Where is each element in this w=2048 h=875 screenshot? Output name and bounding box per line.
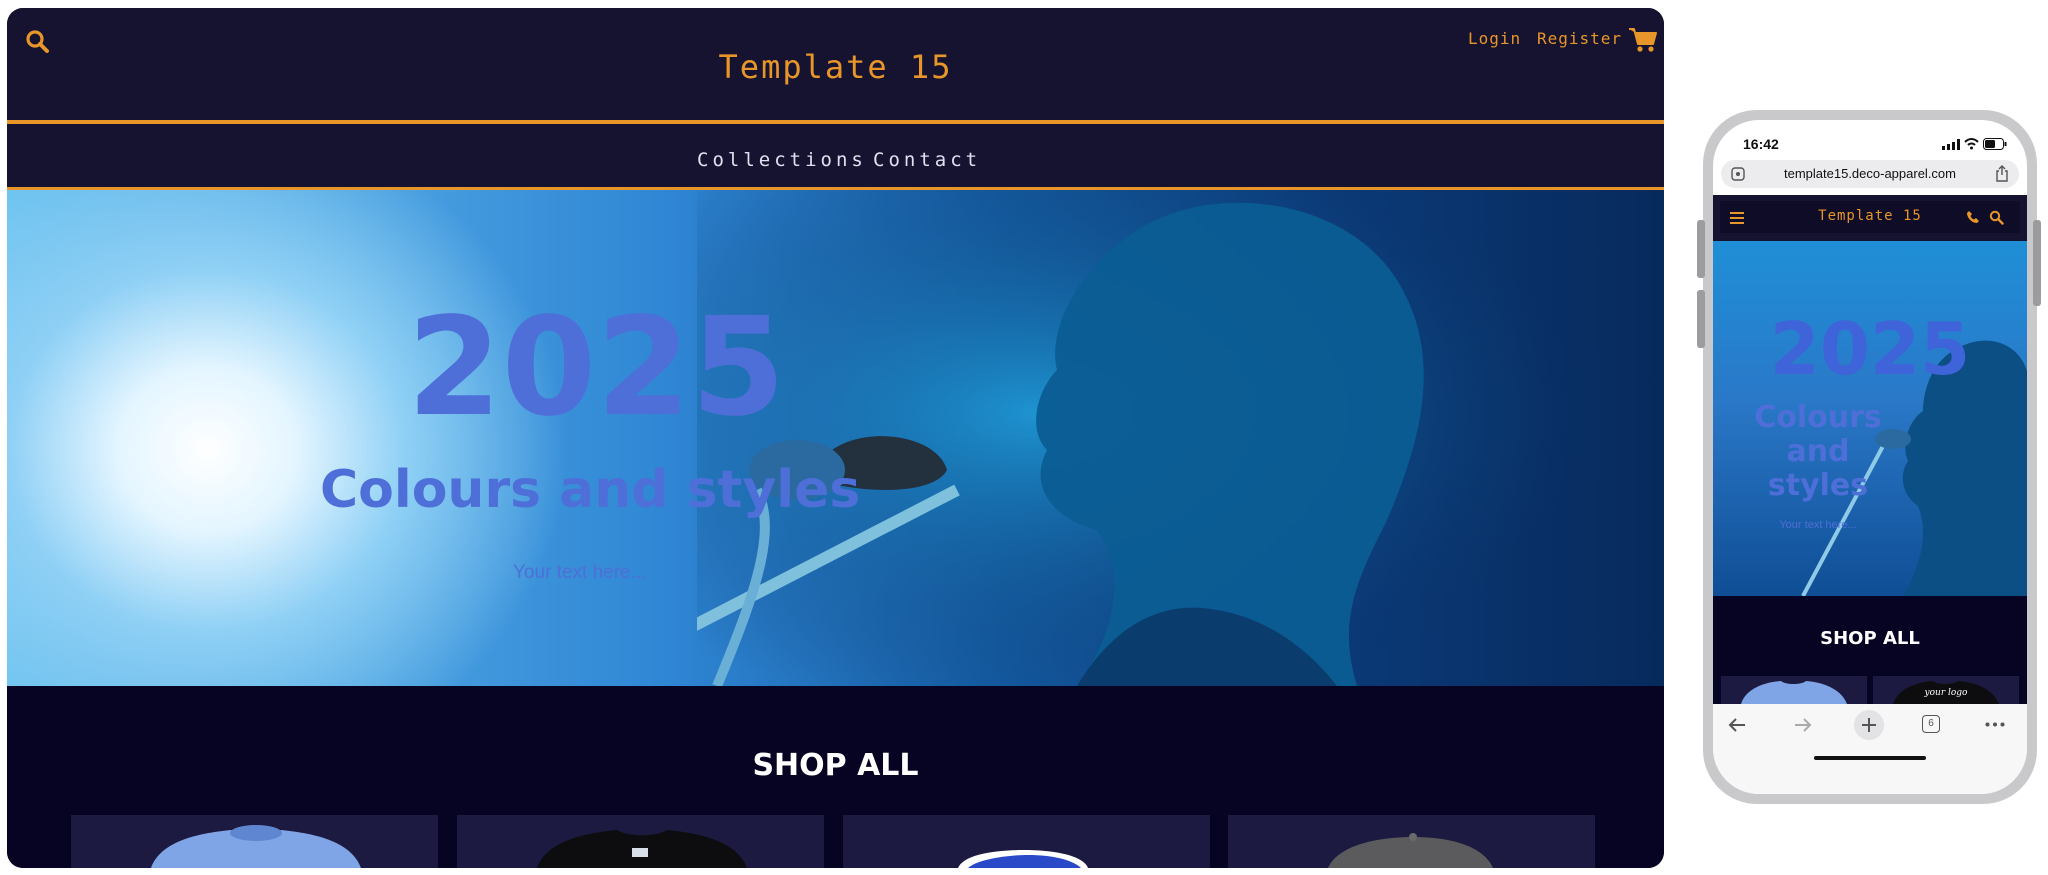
battery-icon — [1983, 138, 2007, 150]
mobile-phone-mockup: 16:42 template15.deco-apparel.com Templa… — [1697, 110, 2041, 804]
subtitle-line: Colours — [1754, 400, 1882, 435]
wifi-icon — [1964, 138, 1979, 150]
desktop-browser-view: Template 15 Login Register Collections C… — [7, 8, 1664, 868]
site-header: Template 15 Login Register — [7, 8, 1664, 121]
url-text: template15.deco-apparel.com — [1784, 166, 1956, 181]
mobile-hero-year: 2025 — [1769, 307, 1971, 391]
blue-sweatshirt-image — [1741, 681, 1847, 704]
hero-banner: 2025 Colours and styles Your text here..… — [7, 190, 1664, 686]
grey-cap-image — [1328, 833, 1493, 868]
blue-sweatshirt-image — [151, 825, 361, 868]
signal-icon — [1942, 139, 1960, 150]
subtitle-line: and — [1786, 434, 1850, 469]
product-card[interactable] — [457, 815, 824, 868]
site-logo[interactable]: Template 15 — [7, 48, 1664, 86]
black-tshirt-image — [537, 830, 747, 868]
plus-icon — [1862, 718, 1876, 732]
home-indicator — [1814, 756, 1926, 760]
volume-down-button — [1697, 290, 1705, 348]
cap-image — [958, 850, 1088, 868]
shop-title: SHOP ALL — [752, 748, 919, 783]
logo-text: your logo — [1924, 688, 1968, 698]
mobile-hero-subtitle: Colours and styles — [1713, 401, 1923, 503]
singer-image — [697, 190, 1664, 686]
login-link[interactable]: Login — [1468, 29, 1521, 48]
nav-contact[interactable]: Contact — [873, 149, 981, 171]
header-divider — [7, 120, 1664, 124]
tabs-icon[interactable]: 6 — [1922, 715, 1940, 733]
cart-icon[interactable] — [1628, 26, 1658, 54]
share-icon[interactable] — [1995, 165, 2009, 182]
mobile-hero-text: Your text here... — [1779, 519, 1857, 531]
product-card[interactable] — [1228, 815, 1595, 868]
hero-subtitle: Colours and styles — [320, 460, 861, 520]
mobile-hero-banner: 2025 Colours and styles Your text here..… — [1713, 241, 2027, 596]
new-tab-button[interactable] — [1854, 710, 1884, 740]
status-time: 16:42 — [1743, 136, 1779, 152]
main-navigation: Collections Contact — [7, 125, 1664, 187]
forward-icon[interactable] — [1793, 716, 1813, 734]
product-card[interactable]: your logo — [1873, 676, 2019, 704]
mobile-shop-title: SHOP ALL — [1820, 628, 1920, 649]
mobile-site-header: Template 15 — [1713, 195, 2027, 241]
volume-up-button — [1697, 220, 1705, 278]
product-card[interactable] — [1721, 676, 1867, 704]
hero-year: 2025 — [407, 289, 786, 447]
shop-section: SHOP ALL — [7, 686, 1664, 868]
address-bar[interactable]: template15.deco-apparel.com — [1721, 160, 2019, 188]
product-card[interactable] — [71, 815, 438, 868]
mobile-shop-section: SHOP ALL your logo — [1713, 596, 2027, 704]
product-card[interactable] — [843, 815, 1210, 868]
subtitle-line: styles — [1767, 468, 1869, 503]
hero-text: Your text here... — [513, 562, 647, 583]
browser-toolbar: 6 — [1713, 704, 2027, 794]
power-button — [2033, 220, 2041, 306]
register-link[interactable]: Register — [1537, 29, 1622, 48]
search-icon[interactable] — [1989, 210, 2004, 225]
nav-collections[interactable]: Collections — [697, 149, 867, 171]
back-icon[interactable] — [1727, 716, 1747, 734]
phone-screen: 16:42 template15.deco-apparel.com Templa… — [1713, 120, 2027, 794]
phone-icon[interactable] — [1966, 210, 1980, 224]
more-icon[interactable] — [1985, 722, 2005, 727]
